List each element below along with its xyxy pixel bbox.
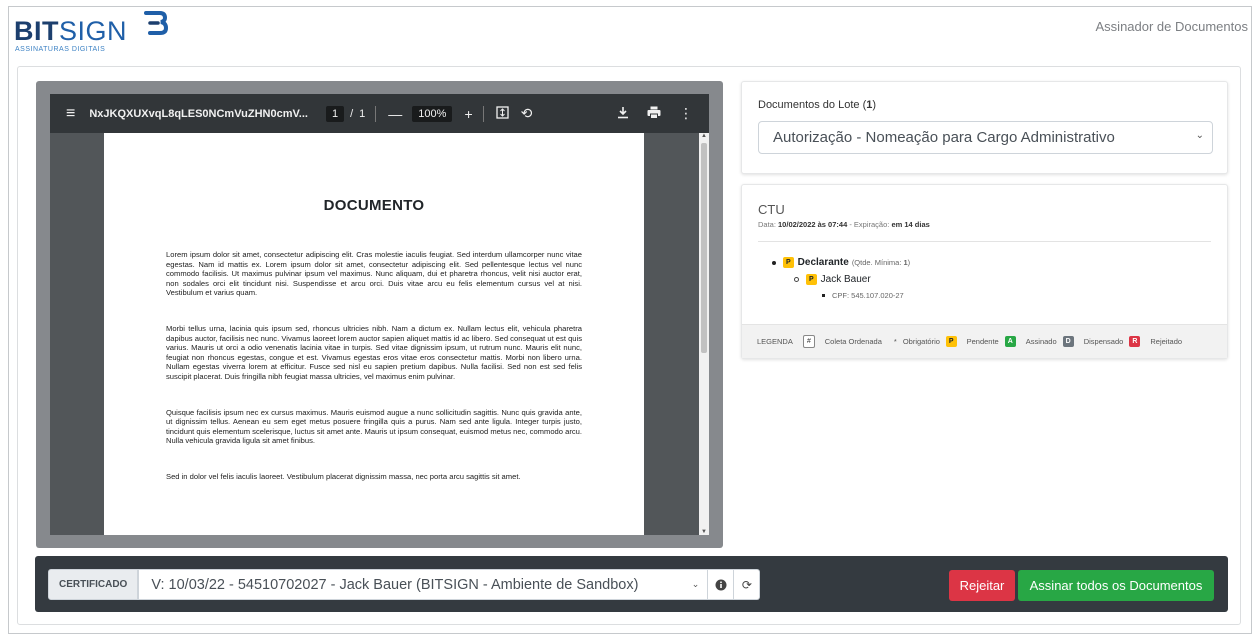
role-name: Declarante	[797, 257, 849, 268]
ctu-meta: Data: 10/02/2022 às 07:44 - Expiração: e…	[758, 220, 930, 229]
required-mark: *	[893, 337, 897, 346]
scroll-up-icon[interactable]: ▲	[701, 133, 707, 139]
document-paragraph: Lorem ipsum dolor sit amet, consectetur …	[166, 250, 582, 298]
page-indicator: 1 / 1	[325, 105, 366, 122]
waived-badge: D	[1062, 336, 1074, 347]
reject-button[interactable]: Rejeitar	[949, 570, 1015, 601]
chevron-down-icon: ⌄	[1195, 130, 1204, 141]
toolbar-actions: ⋮	[617, 105, 693, 122]
circle-bullet-icon	[794, 277, 799, 282]
ctu-card: CTU Data: 10/02/2022 às 07:44 - Expiraçã…	[741, 184, 1228, 359]
label-prefix: Documentos do Lote (	[758, 99, 867, 111]
info-icon	[715, 579, 727, 590]
fit-page-icon[interactable]	[495, 105, 509, 122]
logo-light: SIGN	[59, 16, 128, 46]
certificate-label: CERTIFICADO	[48, 569, 139, 600]
legend-title: LEGENDA	[757, 337, 793, 346]
bullet-icon	[772, 260, 776, 265]
document-paragraph: Sed in dolor vel felis iaculis laoreet. …	[166, 471, 521, 481]
info-button[interactable]	[708, 569, 735, 600]
label-suffix: )	[872, 99, 877, 111]
role-row: P Declarante (Qtde. Mínima: 1)	[772, 257, 910, 268]
square-bullet-icon	[822, 294, 825, 297]
legend-pending: Pendente	[966, 337, 999, 346]
rejected-badge: R	[1129, 336, 1141, 347]
pdf-toolbar: ≡ NxJKQXUXvqL8qLES0NCmVuZHN0cmV... 1 / 1…	[50, 94, 709, 133]
page-number-input[interactable]: 1	[325, 105, 345, 122]
refresh-button[interactable]: ⟳	[734, 569, 761, 600]
certificate-select-value: V: 10/03/22 - 54510702027 - Jack Bauer (…	[151, 576, 639, 593]
pdf-filename: NxJKQXUXvqL8qLES0NCmVuZHN0cmV...	[89, 107, 308, 120]
signed-badge: A	[1004, 336, 1016, 347]
page-separator: /	[350, 107, 354, 120]
zoom-level-input[interactable]: 100%	[412, 105, 453, 122]
signer-row: P Jack Bauer	[794, 274, 910, 285]
bitsign-logo: BITSIGN ASSINATURAS DIGITAIS	[14, 10, 174, 56]
min-prefix: (Qtde. Mínima:	[851, 258, 904, 267]
certificate-select[interactable]: V: 10/03/22 - 54510702027 - Jack Bauer (…	[138, 569, 709, 600]
zoom-in-button[interactable]: +	[464, 106, 472, 122]
ordered-badge: #	[802, 335, 815, 348]
pending-badge: P	[806, 274, 817, 285]
legend-rejected: Rejeitado	[1150, 337, 1183, 346]
more-icon[interactable]: ⋮	[679, 105, 693, 122]
refresh-icon: ⟳	[741, 577, 752, 592]
logo-subtitle: ASSINATURAS DIGITAIS	[15, 46, 106, 53]
expire-label: - Expiração:	[847, 220, 892, 229]
signer-cpf: CPF: 545.107.020-27	[832, 291, 904, 300]
pdf-scrollbar[interactable]: ▲ ▼	[699, 133, 709, 535]
certificate-group: CERTIFICADO V: 10/03/22 - 54510702027 - …	[48, 569, 761, 600]
document-title: DOCUMENTO	[323, 197, 425, 214]
legend-signed: Assinado	[1025, 337, 1057, 346]
logo-wordmark: BITSIGN	[14, 16, 127, 47]
print-icon[interactable]	[647, 106, 661, 122]
pending-badge: P	[783, 257, 794, 268]
legend: LEGENDA # Coleta Ordenada * Obrigatório PP…	[742, 324, 1227, 358]
sign-all-button[interactable]: Assinar todos os Documentos	[1018, 570, 1214, 601]
toolbar-divider	[482, 105, 484, 122]
cpf-row: CPF: 545.107.020-27	[822, 291, 910, 300]
toolbar-divider	[375, 105, 377, 122]
batch-documents-label: Documentos do Lote (1)	[758, 99, 1211, 111]
role-minimum: (Qtde. Mínima: 1)	[852, 258, 910, 267]
document-select-value: Autorização - Nomeação para Cargo Admini…	[773, 129, 1115, 146]
pdf-viewer: ≡ NxJKQXUXvqL8qLES0NCmVuZHN0cmV... 1 / 1…	[36, 81, 723, 548]
document-select[interactable]: Autorização - Nomeação para Cargo Admini…	[758, 121, 1213, 154]
pdf-page: DOCUMENTO Lorem ipsum dolor sit amet, co…	[104, 133, 644, 535]
action-bar: CERTIFICADO V: 10/03/22 - 54510702027 - …	[35, 556, 1228, 612]
signer-tree: P Declarante (Qtde. Mínima: 1) P Jack Ba…	[772, 257, 910, 300]
rotate-icon[interactable]: ⟲	[521, 105, 533, 122]
header-title: Assinador de Documentos	[1095, 19, 1248, 34]
document-paragraph: Morbi tellus urna, lacinia quis ipsum se…	[166, 323, 582, 381]
chevron-down-icon: ⌄	[691, 579, 700, 589]
expire-value: em 14 dias	[891, 220, 930, 229]
ctu-title: CTU	[758, 202, 785, 217]
download-icon[interactable]	[617, 106, 629, 122]
zoom-out-button[interactable]: —	[388, 106, 402, 122]
menu-icon[interactable]: ≡	[66, 105, 75, 123]
date-value: 10/02/2022 às 07:44	[778, 220, 848, 229]
date-label: Data:	[758, 220, 779, 229]
page-total: 1	[359, 107, 366, 120]
divider	[758, 241, 1211, 242]
scroll-down-icon[interactable]: ▼	[701, 529, 707, 535]
logo-bold: BIT	[14, 16, 59, 46]
logo-mark-icon	[144, 11, 169, 35]
scrollbar-thumb[interactable]	[701, 143, 707, 353]
legend-waived: Dispensado	[1083, 337, 1124, 346]
pdf-canvas[interactable]: DOCUMENTO Lorem ipsum dolor sit amet, co…	[50, 133, 709, 535]
legend-ordered: Coleta Ordenada	[824, 337, 882, 346]
document-paragraph: Quisque facilisis ipsum nec ex cursus ma…	[166, 407, 582, 446]
legend-required: Obrigatório	[902, 337, 940, 346]
signer-name: Jack Bauer	[820, 274, 871, 285]
pending-badge: P	[945, 336, 957, 347]
batch-documents-card: Documentos do Lote (1) Autorização - Nom…	[741, 81, 1228, 174]
min-suffix: )	[907, 258, 911, 267]
